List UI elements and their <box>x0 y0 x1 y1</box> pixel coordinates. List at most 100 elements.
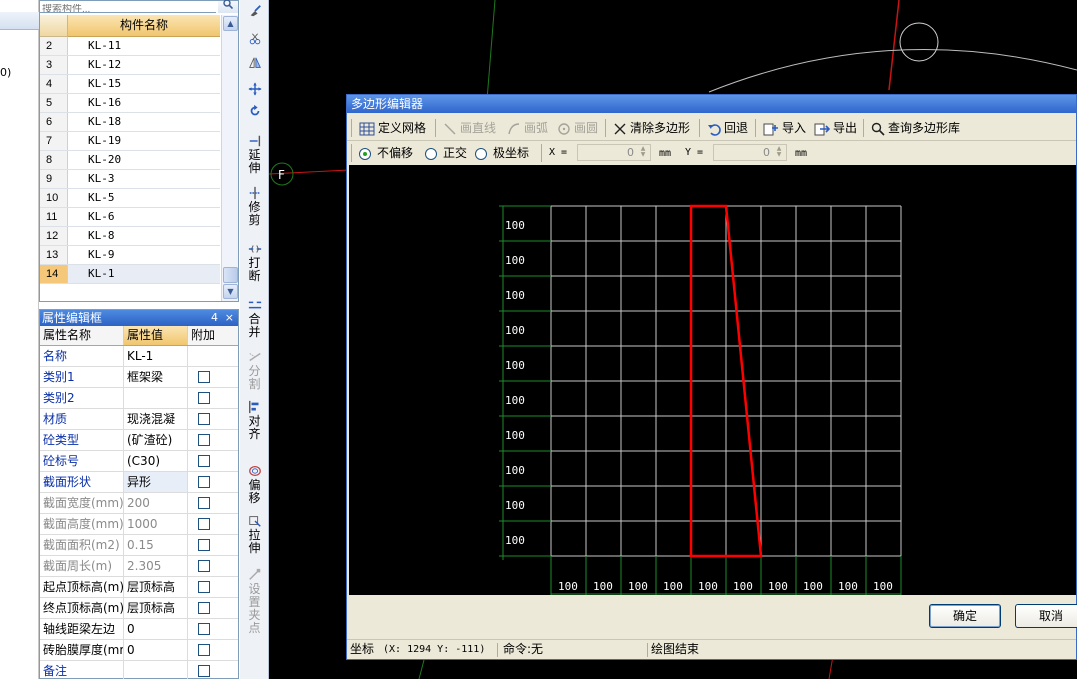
draw-line-button[interactable]: 画直线 <box>443 119 496 137</box>
component-row[interactable]: 3 KL-12 <box>40 56 220 75</box>
property-extra-checkbox[interactable] <box>198 455 210 467</box>
component-row[interactable]: 7 KL-19 <box>40 132 220 151</box>
property-value[interactable]: 1000 <box>124 514 188 534</box>
property-value[interactable]: 层顶标高 <box>124 577 188 597</box>
property-value[interactable]: 0 <box>124 640 188 660</box>
component-search-button[interactable] <box>218 0 238 13</box>
property-value[interactable]: 0.15 <box>124 535 188 555</box>
property-row[interactable]: 类别2 <box>40 388 238 409</box>
property-row[interactable]: 名称 KL-1 <box>40 346 238 367</box>
toolbar-item-trim[interactable]: 修剪 <box>240 186 269 227</box>
draw-arc-button[interactable]: 画弧 <box>507 119 548 137</box>
property-value[interactable]: (矿渣砼) <box>124 430 188 450</box>
property-value[interactable] <box>124 661 188 679</box>
property-row[interactable]: 类别1 框架梁 <box>40 367 238 388</box>
toolbar-item-grip[interactable]: 设置夹点 <box>240 568 269 635</box>
property-row[interactable]: 截面形状 异形 <box>40 472 238 493</box>
property-row[interactable]: 砼类型 (矿渣砼) <box>40 430 238 451</box>
polar-radio[interactable]: 极坐标 <box>475 146 529 160</box>
property-extra-checkbox[interactable] <box>198 518 210 530</box>
ok-button[interactable]: 确定 <box>929 604 1001 628</box>
property-value[interactable]: 200 <box>124 493 188 513</box>
toolbar-item-stretch[interactable]: 拉伸 <box>240 514 269 555</box>
draw-circle-button[interactable]: 画圆 <box>557 119 598 137</box>
scroll-up-arrow-icon[interactable]: ▲ <box>223 16 238 31</box>
property-row[interactable]: 备注 <box>40 661 238 679</box>
toolbar-item-rotate[interactable] <box>240 104 269 119</box>
property-extra-checkbox[interactable] <box>198 665 210 677</box>
property-extra-checkbox[interactable] <box>198 602 210 614</box>
cancel-button[interactable]: 取消 <box>1015 604 1077 628</box>
component-row[interactable]: 2 KL-11 <box>40 37 220 56</box>
component-search-input[interactable] <box>40 3 216 12</box>
property-value[interactable]: 2.305 <box>124 556 188 576</box>
component-row[interactable]: 9 KL-3 <box>40 170 220 189</box>
clear-polygon-button[interactable]: 清除多边形 <box>613 119 690 137</box>
component-row[interactable]: 8 KL-20 <box>40 151 220 170</box>
toolbar-item-brush[interactable] <box>240 4 269 19</box>
toolbar-item-merge[interactable]: 合并 <box>240 298 269 339</box>
toolbar-item-break[interactable]: 打断 <box>240 242 269 283</box>
undo-button[interactable]: 回退 <box>707 119 748 137</box>
property-extra-checkbox[interactable] <box>198 623 210 635</box>
property-extra-checkbox[interactable] <box>198 371 210 383</box>
property-value[interactable] <box>124 388 188 408</box>
component-row[interactable]: 10 KL-5 <box>40 189 220 208</box>
define-grid-button[interactable]: 定义网格 <box>359 119 426 137</box>
export-button[interactable]: 导出 <box>814 119 857 137</box>
component-name-header[interactable]: 构件名称 <box>68 15 220 37</box>
scroll-down-arrow-icon[interactable]: ▼ <box>223 284 238 299</box>
toolbar-item-extend[interactable]: 延伸 <box>240 134 269 175</box>
property-row[interactable]: 材质 现浇混凝 <box>40 409 238 430</box>
property-extra-checkbox[interactable] <box>198 539 210 551</box>
component-row[interactable]: 6 KL-18 <box>40 113 220 132</box>
component-list-scrollbar[interactable]: ▲ ▼ <box>221 15 238 301</box>
close-icon[interactable]: × <box>225 310 234 326</box>
component-row[interactable]: 12 KL-8 <box>40 227 220 246</box>
property-value[interactable]: 异形 <box>124 472 188 492</box>
query-polygon-library-button[interactable]: 查询多边形库 <box>871 119 960 137</box>
property-extra-checkbox[interactable] <box>198 560 210 572</box>
toolbar-item-mirror[interactable] <box>240 56 269 71</box>
toolbar-item-split[interactable]: 分割 <box>240 350 269 391</box>
property-extra-checkbox[interactable] <box>198 476 210 488</box>
component-row[interactable]: 11 KL-6 <box>40 208 220 227</box>
property-value[interactable]: (C30) <box>124 451 188 471</box>
property-value[interactable]: 层顶标高 <box>124 598 188 618</box>
spinner-icon[interactable]: ▲ ▼ <box>637 146 649 159</box>
property-value[interactable]: KL-1 <box>124 346 188 366</box>
property-extra-checkbox[interactable] <box>198 497 210 509</box>
component-row[interactable]: 4 KL-15 <box>40 75 220 94</box>
toolbar-item-scissors[interactable] <box>240 32 269 47</box>
component-row[interactable]: 14 KL-1 <box>40 265 220 284</box>
property-row[interactable]: 截面高度(mm) 1000 <box>40 514 238 535</box>
property-value[interactable]: 框架梁 <box>124 367 188 387</box>
dialog-titlebar[interactable]: 多边形编辑器 <box>347 95 1076 113</box>
import-button[interactable]: 导入 <box>763 119 806 137</box>
spinner-icon[interactable]: ▲ ▼ <box>773 146 785 159</box>
component-row[interactable]: 5 KL-16 <box>40 94 220 113</box>
property-row[interactable]: 砖胎膜厚度(mm 0 <box>40 640 238 661</box>
property-extra-checkbox[interactable] <box>198 644 210 656</box>
property-extra-checkbox[interactable] <box>198 434 210 446</box>
no-offset-radio[interactable]: 不偏移 <box>359 146 413 160</box>
property-row[interactable]: 起点顶标高(m) 层顶标高 <box>40 577 238 598</box>
toolbar-item-move[interactable] <box>240 82 269 97</box>
property-extra-checkbox[interactable] <box>198 413 210 425</box>
property-row[interactable]: 砼标号 (C30) <box>40 451 238 472</box>
property-row[interactable]: 截面面积(m2) 0.15 <box>40 535 238 556</box>
component-row[interactable]: 13 KL-9 <box>40 246 220 265</box>
property-row[interactable]: 截面周长(m) 2.305 <box>40 556 238 577</box>
property-value[interactable]: 现浇混凝 <box>124 409 188 429</box>
toolbar-item-align[interactable]: 对齐 <box>240 400 269 441</box>
orthogonal-radio[interactable]: 正交 <box>425 146 467 160</box>
property-row[interactable]: 终点顶标高(m) 层顶标高 <box>40 598 238 619</box>
toolbar-item-offset[interactable]: 偏移 <box>240 464 269 505</box>
pin-icon[interactable]: 4 <box>211 310 218 326</box>
y-coordinate-input[interactable]: 0 ▲ ▼ <box>713 144 787 161</box>
scrollbar-thumb[interactable] <box>223 267 238 283</box>
property-value[interactable]: 0 <box>124 619 188 639</box>
property-row[interactable]: 截面宽度(mm) 200 <box>40 493 238 514</box>
property-row[interactable]: 轴线距梁左边 0 <box>40 619 238 640</box>
property-extra-checkbox[interactable] <box>198 581 210 593</box>
